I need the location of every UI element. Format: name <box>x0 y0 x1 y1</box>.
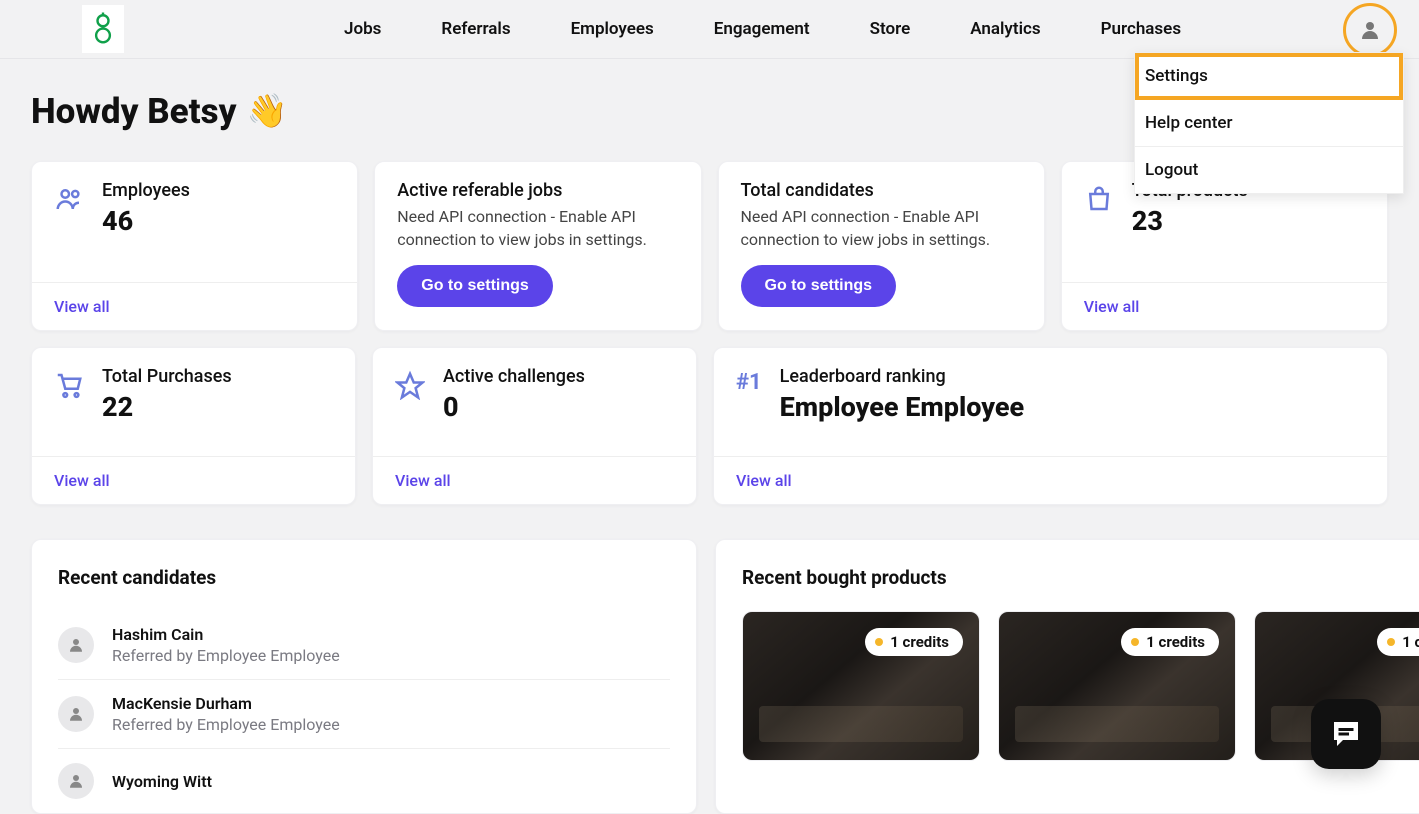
card-title: Total candidates <box>741 180 1022 201</box>
nav-referrals[interactable]: Referrals <box>411 19 540 39</box>
main-nav: Jobs Referrals Employees Engagement Stor… <box>314 19 1211 39</box>
dropdown-help[interactable]: Help center <box>1135 100 1403 147</box>
credits-text: 1 credits <box>1402 633 1419 651</box>
card-total-purchases: Total Purchases 22 View all <box>31 347 356 505</box>
card-description: Need API connection - Enable API connect… <box>741 205 1022 251</box>
go-to-settings-button[interactable]: Go to settings <box>741 265 897 307</box>
dropdown-settings[interactable]: Settings <box>1135 53 1403 100</box>
person-icon <box>58 763 94 799</box>
credits-badge: 1 credits <box>1377 628 1419 656</box>
candidate-item[interactable]: MacKensie Durham Referred by Employee Em… <box>58 680 670 749</box>
nav-engagement[interactable]: Engagement <box>684 19 840 39</box>
card-active-jobs: Active referable jobs Need API connectio… <box>374 161 701 331</box>
card-value: 46 <box>102 205 190 237</box>
nav-jobs[interactable]: Jobs <box>314 19 411 39</box>
person-icon <box>1357 17 1383 43</box>
person-icon <box>58 627 94 663</box>
panel-title: Recent candidates <box>58 566 670 589</box>
bag-icon <box>1084 184 1114 214</box>
view-all-link[interactable]: View all <box>54 297 110 316</box>
candidate-name: MacKensie Durham <box>112 694 340 713</box>
recent-products-panel: Recent bought products 1 credits 1 credi… <box>715 539 1419 814</box>
cart-icon <box>54 370 84 400</box>
app-header: Jobs Referrals Employees Engagement Stor… <box>0 0 1419 59</box>
card-description: Need API connection - Enable API connect… <box>397 205 678 251</box>
nav-purchases[interactable]: Purchases <box>1071 19 1211 39</box>
nav-store[interactable]: Store <box>840 19 941 39</box>
dropdown-logout[interactable]: Logout <box>1135 147 1403 193</box>
card-value: Employee Employee <box>780 391 1025 423</box>
wave-emoji-icon: 👋 <box>246 92 287 131</box>
credits-badge: 1 credits <box>1121 628 1219 656</box>
view-all-link[interactable]: View all <box>395 471 451 490</box>
card-employees: Employees 46 View all <box>31 161 358 331</box>
bottom-panels: Recent candidates Hashim Cain Referred b… <box>31 539 1388 814</box>
card-leaderboard: #1 Leaderboard ranking Employee Employee… <box>713 347 1388 505</box>
product-card[interactable]: 1 credits <box>998 611 1236 761</box>
credit-dot-icon <box>875 638 883 646</box>
profile-avatar-button[interactable] <box>1343 3 1397 57</box>
credit-dot-icon <box>1131 638 1139 646</box>
card-title: Employees <box>102 180 190 201</box>
card-value: 23 <box>1132 205 1248 237</box>
star-icon <box>395 370 425 400</box>
product-image: 1 credits <box>999 612 1235 760</box>
card-value: 22 <box>102 391 232 423</box>
credits-text: 1 credits <box>1146 633 1205 651</box>
person-icon <box>58 696 94 732</box>
nav-employees[interactable]: Employees <box>541 19 684 39</box>
greeting-text: Howdy Betsy <box>31 91 236 132</box>
candidate-item[interactable]: Wyoming Witt <box>58 749 670 813</box>
card-value: 0 <box>443 391 585 423</box>
page-greeting: Howdy Betsy 👋 <box>31 91 288 132</box>
app-logo[interactable] <box>82 5 124 53</box>
candidate-item[interactable]: Hashim Cain Referred by Employee Employe… <box>58 611 670 680</box>
credits-text: 1 credits <box>890 633 949 651</box>
nav-analytics[interactable]: Analytics <box>940 19 1070 39</box>
chat-widget-button[interactable] <box>1311 699 1381 769</box>
card-title: Active challenges <box>443 366 585 387</box>
card-total-candidates: Total candidates Need API connection - E… <box>718 161 1045 331</box>
candidate-name: Wyoming Witt <box>112 772 212 791</box>
view-all-link[interactable]: View all <box>54 471 110 490</box>
view-all-link[interactable]: View all <box>1084 297 1140 316</box>
candidate-referrer: Referred by Employee Employee <box>112 715 340 734</box>
chat-icon <box>1328 716 1364 752</box>
card-title: Active referable jobs <box>397 180 678 201</box>
recent-candidates-panel: Recent candidates Hashim Cain Referred b… <box>31 539 697 814</box>
product-card[interactable]: 1 credits <box>742 611 980 761</box>
card-active-challenges: Active challenges 0 View all <box>372 347 697 505</box>
go-to-settings-button[interactable]: Go to settings <box>397 265 553 307</box>
view-all-link[interactable]: View all <box>736 471 792 490</box>
product-image: 1 credits <box>743 612 979 760</box>
candidate-referrer: Referred by Employee Employee <box>112 646 340 665</box>
people-icon <box>54 184 84 214</box>
candidate-name: Hashim Cain <box>112 625 340 644</box>
credits-badge: 1 credits <box>865 628 963 656</box>
credit-dot-icon <box>1387 638 1395 646</box>
panel-title: Recent bought products <box>742 566 1419 589</box>
card-title: Total Purchases <box>102 366 232 387</box>
rank-icon: #1 <box>736 370 762 456</box>
card-title: Leaderboard ranking <box>780 366 1025 387</box>
stats-row-2: Total Purchases 22 View all Active chall… <box>31 347 1388 505</box>
logo-icon <box>92 12 114 46</box>
profile-dropdown: Settings Help center Logout <box>1134 52 1404 194</box>
